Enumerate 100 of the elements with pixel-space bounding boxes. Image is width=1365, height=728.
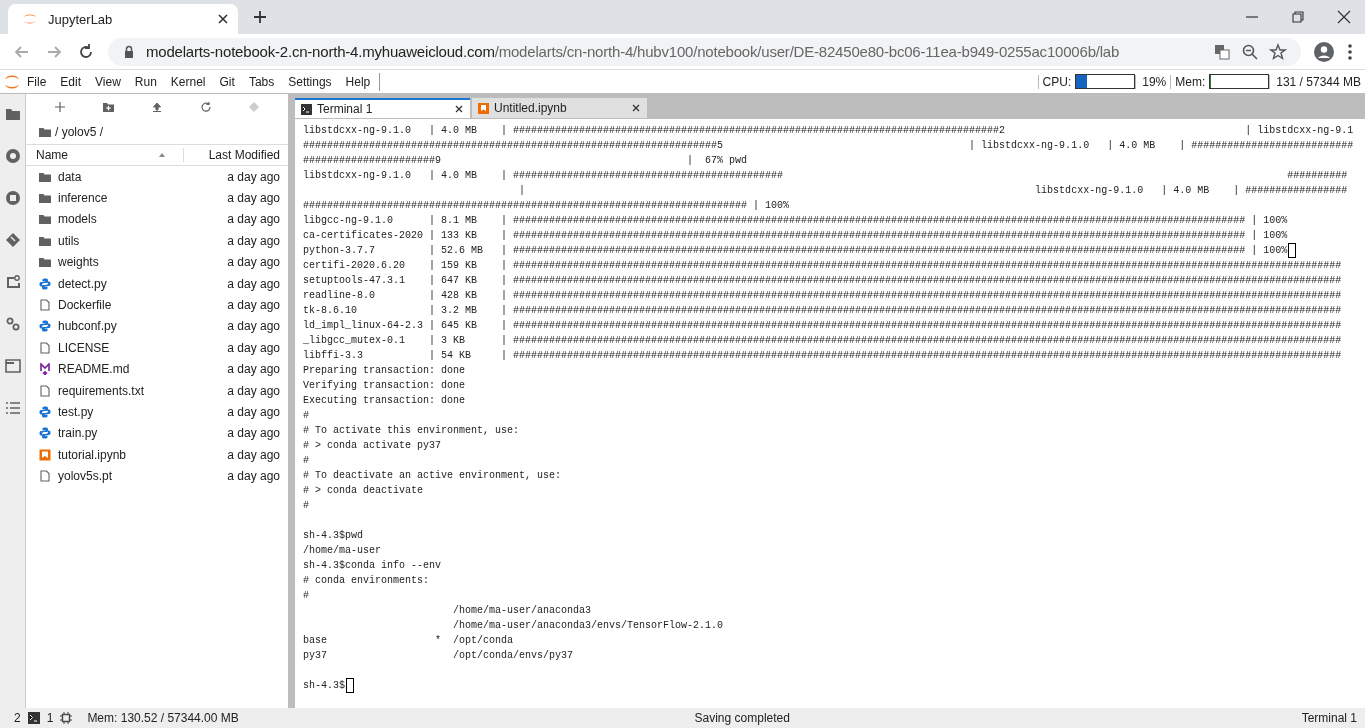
modified-time: a day ago: [227, 447, 280, 462]
file-name[interactable]: data: [58, 169, 228, 184]
python-file-icon: [39, 427, 51, 440]
terminal-line: setuptools-47.3.1 | 647 KB | ##########################################################################################################################################: [303, 274, 1342, 288]
menu-item[interactable]: Tabs: [241, 74, 282, 89]
menu-item[interactable]: Edit: [53, 74, 89, 89]
modified-time: a day ago: [227, 298, 280, 313]
menu-item[interactable]: Kernel: [163, 74, 213, 89]
file-name[interactable]: tutorial.ipynb: [58, 447, 228, 462]
memory-label: Mem:: [1170, 74, 1210, 89]
close-icon[interactable]: [1335, 8, 1353, 26]
file-name[interactable]: README.md: [58, 362, 228, 377]
file-icon: [39, 470, 51, 483]
folder-icon: [39, 257, 51, 268]
folder-icon: [39, 127, 51, 137]
file-name[interactable]: yolov5s.pt: [58, 469, 228, 484]
zoom-out-icon[interactable]: [1241, 42, 1259, 61]
last-modified-column-header[interactable]: Last Modified: [184, 148, 288, 162]
file-name[interactable]: detect.py: [58, 276, 228, 291]
tab-title: Untitled.ipynb: [494, 101, 568, 115]
terminal-line: ca-certificates-2020 | 133 KB | ########################################################################################################################## | 100%: [303, 229, 1288, 243]
menu-item[interactable]: Settings: [281, 74, 339, 89]
file-name[interactable]: train.py: [58, 426, 228, 441]
kernel-count[interactable]: 1: [46, 711, 54, 725]
python-file-icon: [39, 277, 51, 290]
close-icon[interactable]: [631, 103, 641, 113]
file-name[interactable]: utils: [58, 233, 228, 248]
git-icon[interactable]: [4, 232, 21, 248]
cpu-reading: 19%: [1135, 74, 1171, 89]
close-icon[interactable]: [454, 104, 464, 114]
file-name[interactable]: hubconf.py: [58, 319, 228, 334]
terminal-line: readline-8.0 | 428 KB | ##########################################################################################################################################: [303, 289, 1342, 303]
python-file-icon: [39, 320, 51, 333]
new-tab-icon[interactable]: [252, 9, 268, 25]
document-tab[interactable]: Untitled.ipynb: [472, 98, 647, 118]
chip-icon: [60, 712, 73, 724]
file-name[interactable]: LICENSE: [58, 340, 228, 355]
account-icon[interactable]: [1313, 40, 1335, 63]
file-name[interactable]: Dockerfile: [58, 298, 228, 313]
menu-item[interactable]: File: [20, 74, 54, 89]
modified-time: a day ago: [227, 212, 280, 227]
terminal-line: libgcc-ng-9.1.0 | 8.1 MB | ########################################################################################################################## | 100%: [303, 214, 1288, 228]
file-name[interactable]: test.py: [58, 405, 228, 419]
new-folder-icon[interactable]: [102, 101, 116, 113]
tab-title: Terminal 1: [317, 102, 374, 116]
tabs-icon[interactable]: [4, 358, 21, 374]
terminal-line: # > conda deactivate: [303, 484, 424, 498]
folder-icon: [39, 214, 51, 225]
terminal-line: | libstdcxx-ng-9.1.0 | 4.0 MB | #################: [518, 184, 1348, 198]
list-icon[interactable]: [4, 400, 21, 416]
menu-item[interactable]: Help: [338, 74, 378, 89]
file-name[interactable]: weights: [58, 255, 228, 270]
terminal-line: certifi-2020.6.20 | 159 KB | ##########################################################################################################################################: [303, 259, 1342, 273]
restore-icon[interactable]: [1289, 8, 1307, 26]
close-icon[interactable]: [216, 12, 230, 26]
terminal-panel[interactable]: [295, 119, 1365, 708]
translate-icon[interactable]: [1213, 42, 1231, 61]
sort-ascending-icon: [157, 151, 167, 159]
breadcrumb-path[interactable]: / yolov5 /: [55, 125, 104, 139]
star-icon[interactable]: [1269, 42, 1287, 61]
more-icon[interactable]: [1347, 42, 1353, 61]
python-file-icon: [39, 406, 51, 418]
cpu-label: CPU:: [1037, 74, 1076, 89]
terminal-line: sh-4.3$pwd: [303, 529, 363, 543]
terminal-line: #: [303, 499, 309, 513]
terminal-line: py37 /opt/conda/envs/py37: [303, 649, 574, 663]
modified-time: a day ago: [227, 383, 280, 398]
file-name[interactable]: models: [58, 212, 228, 227]
file-name[interactable]: inference: [58, 191, 228, 206]
memory-status: Mem: 130.52 / 57344.00 MB: [87, 711, 240, 725]
terminal-line: _libgcc_mutex-0.1 | 3 KB | ##########################################################################################################################################: [303, 334, 1342, 348]
browser-tab[interactable]: JupyterLab: [8, 4, 238, 34]
terminal-line: ########################################################################## | 100%: [303, 199, 790, 213]
refresh-icon[interactable]: [199, 101, 212, 113]
terminal-line: sh-4.3$: [303, 679, 345, 693]
menu-item[interactable]: View: [88, 74, 128, 89]
terminal-count[interactable]: 2: [14, 711, 21, 725]
terminal-icon: [27, 712, 40, 724]
stop-circle-icon[interactable]: [4, 190, 21, 206]
file-name[interactable]: requirements.txt: [58, 383, 228, 398]
address-bar[interactable]: modelarts-notebook-2.cn-north-4.myhuaweicloud.com/modelarts/cn-north-4/hubv100/notebook/user/DE-82450e80-bc06-11ea-b949-0255ac10006b/lab: [108, 37, 1301, 66]
terminal-line: #: [303, 409, 309, 423]
terminal-line: Preparing transaction: done: [303, 364, 466, 378]
new-launcher-icon[interactable]: [54, 101, 67, 113]
terminal-line: Executing transaction: done: [303, 394, 466, 408]
save-status: Saving completed: [694, 711, 791, 725]
terminal-line: base * /opt/conda: [303, 634, 514, 648]
folder-icon: [39, 171, 51, 182]
menu-item[interactable]: Git: [212, 74, 242, 89]
menu-item[interactable]: Run: [127, 74, 164, 89]
folder-icon[interactable]: [4, 106, 21, 122]
terminal-line: Verifying transaction: done: [303, 379, 466, 393]
upload-icon[interactable]: [151, 101, 164, 113]
document-tab[interactable]: Terminal 1: [295, 98, 470, 118]
modified-time: a day ago: [227, 405, 280, 419]
name-column-header[interactable]: Name: [26, 148, 184, 162]
terminal-line: # conda environments:: [303, 574, 430, 588]
terminal-line: /home/ma-user: [303, 544, 381, 558]
modified-time: a day ago: [227, 233, 280, 248]
modified-time: a day ago: [227, 469, 280, 484]
